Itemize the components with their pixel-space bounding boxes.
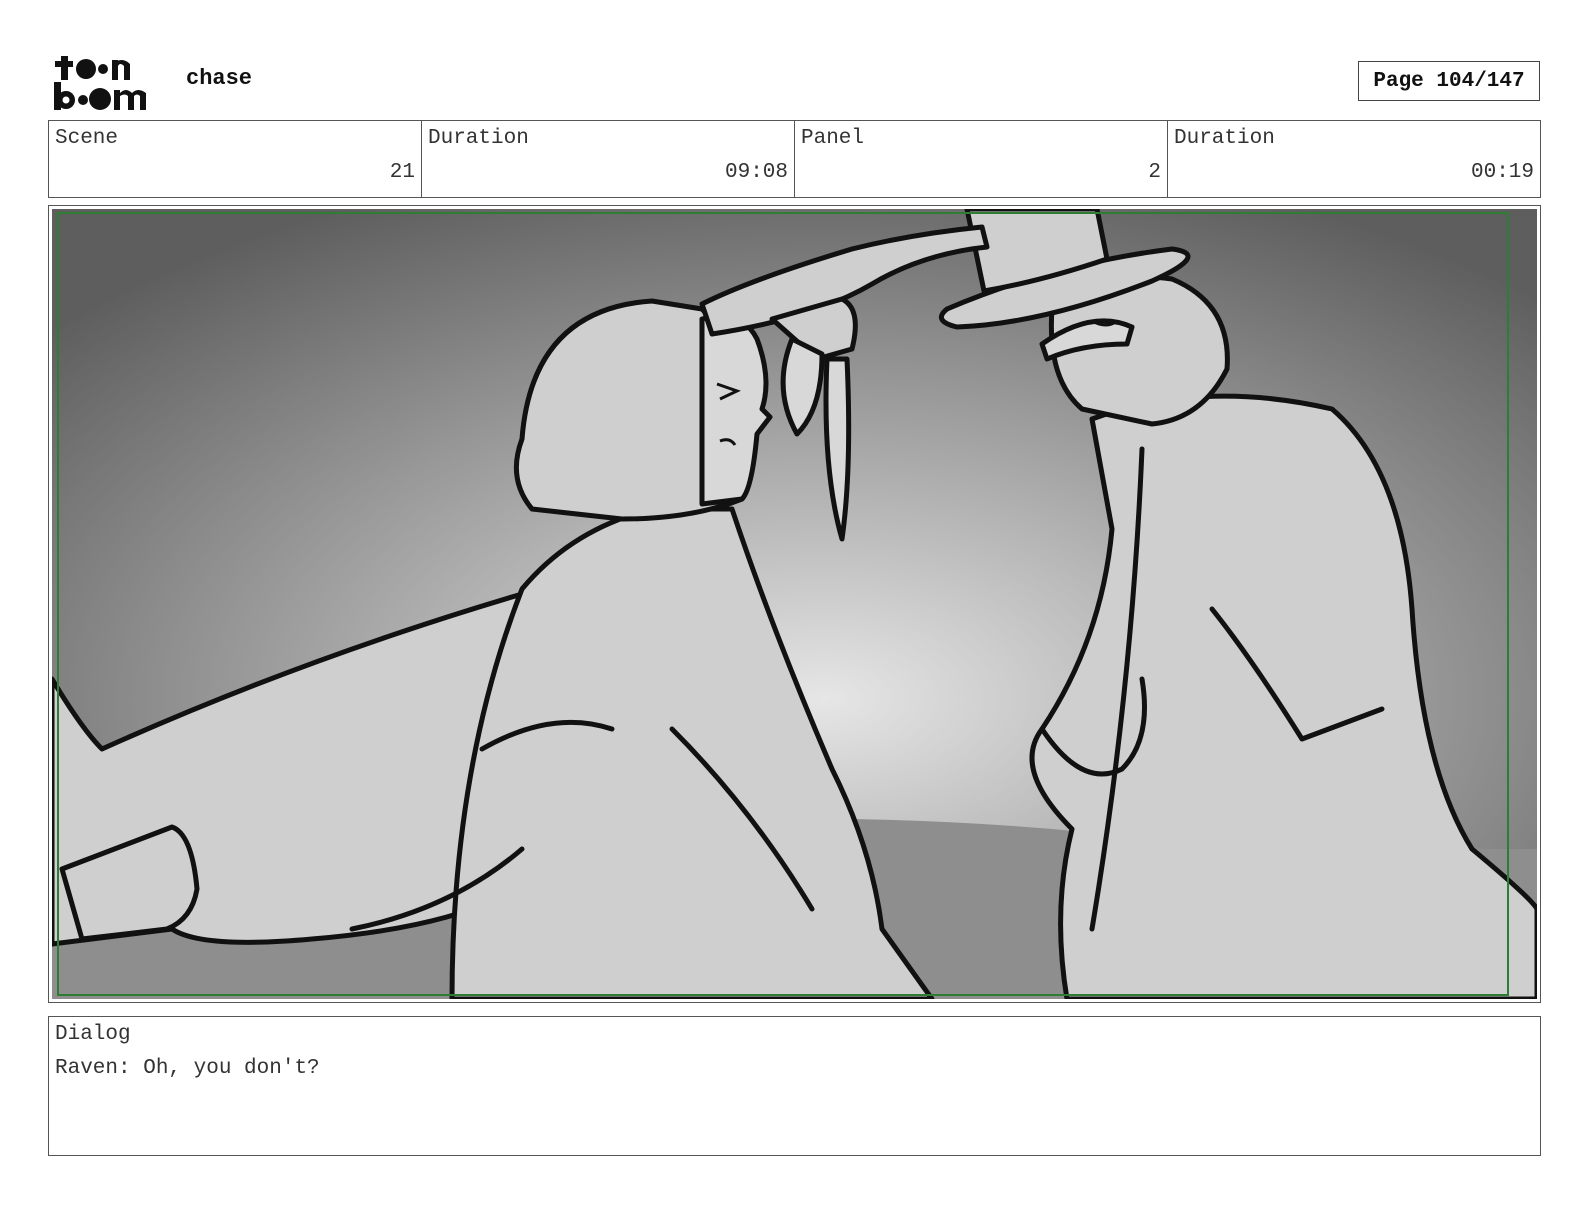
scene-info-row: Scene 21 Duration 09:08 Panel 2 Duration… [48,120,1541,198]
scene-label: Scene [55,127,119,150]
scene-duration-value: 09:08 [724,161,788,184]
panel-duration-value: 00:19 [1470,161,1534,184]
scene-cell: Scene 21 [49,121,422,197]
panel-label: Panel [801,127,865,150]
scene-value: 21 [389,161,415,184]
scene-duration-label: Duration [428,127,529,150]
dialog-text: Raven: Oh, you don't? [55,1057,320,1080]
dialog-label: Dialog [55,1023,131,1046]
panel-cell: Panel 2 [795,121,1168,197]
toon-boom-logo [54,56,146,110]
panel-sketch [52,209,1537,999]
dialog-box: Dialog Raven: Oh, you don't? [48,1016,1541,1156]
storyboard-panel [48,205,1541,1003]
panel-duration-label: Duration [1174,127,1275,150]
scene-duration-cell: Duration 09:08 [422,121,795,197]
panel-value: 2 [1148,161,1161,184]
project-title: chase [186,66,253,91]
panel-duration-cell: Duration 00:19 [1168,121,1540,197]
page-indicator: Page 104/147 [1358,61,1540,101]
